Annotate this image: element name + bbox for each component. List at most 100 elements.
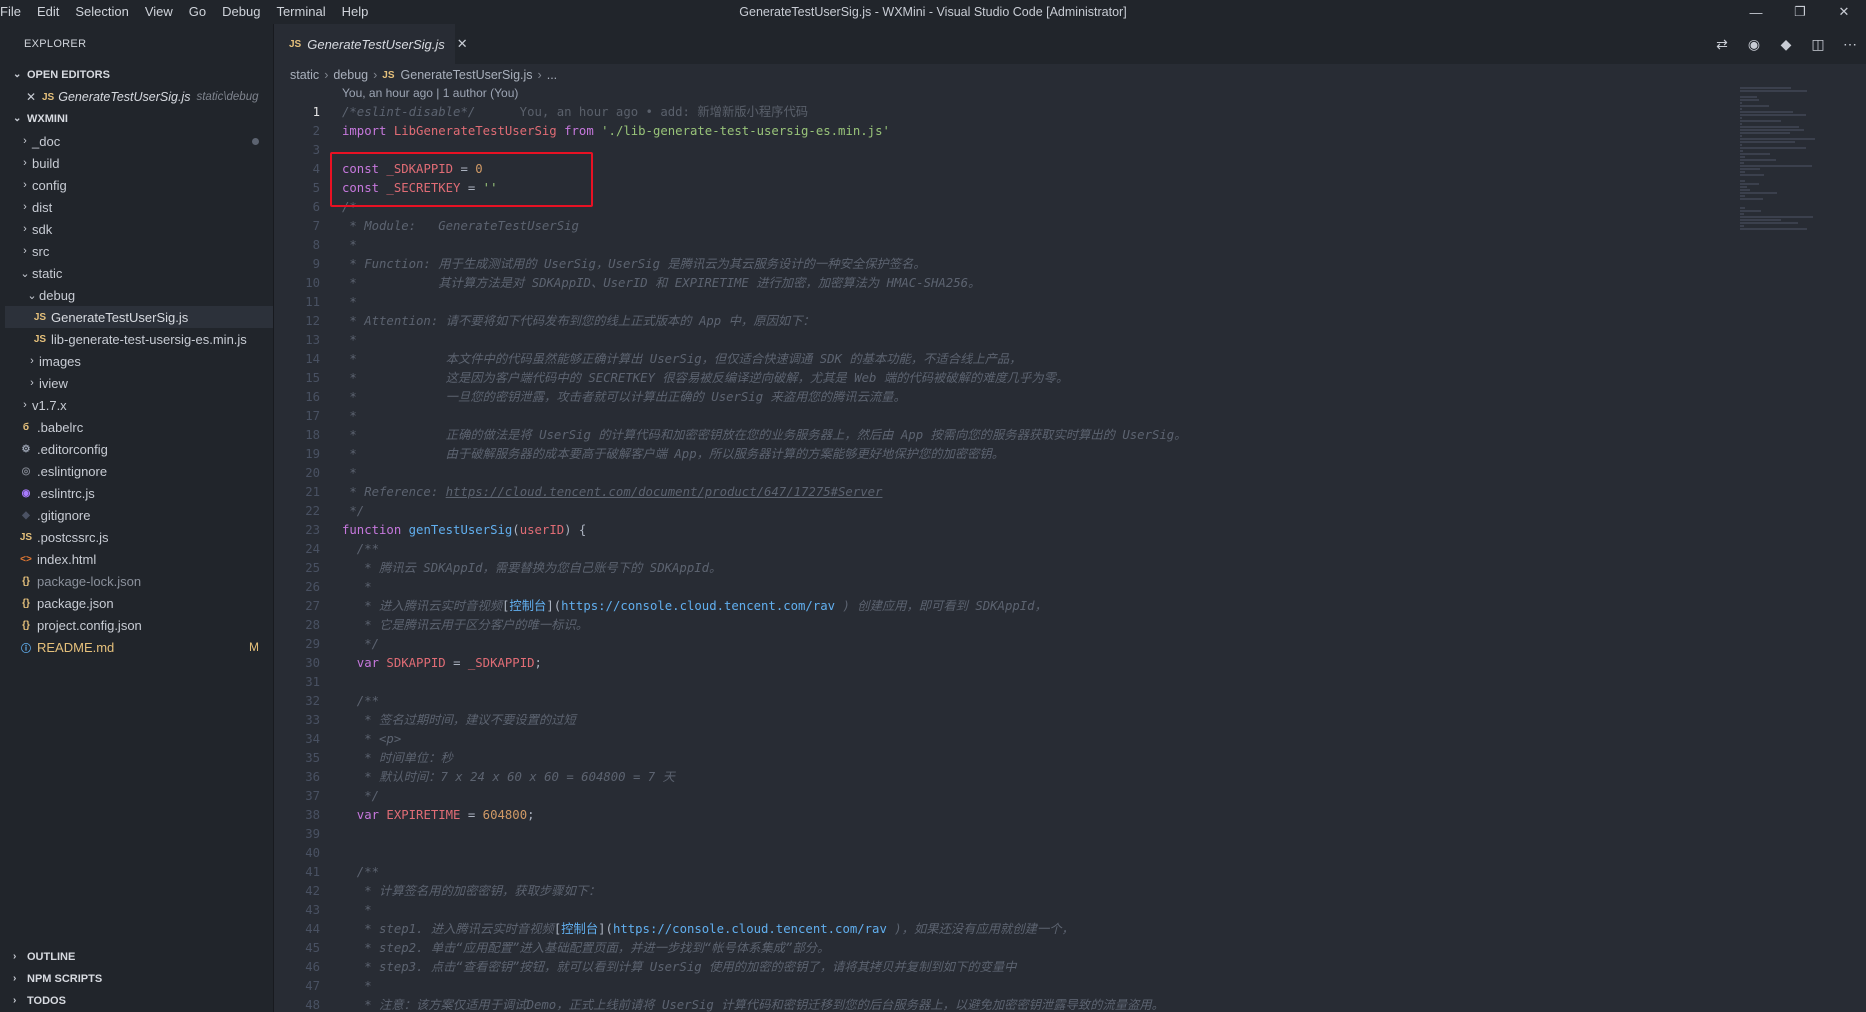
code-line[interactable]: 31 <box>275 673 1740 692</box>
folder-item[interactable]: › v1.7.x <box>5 394 273 416</box>
breadcrumb-item[interactable]: debug <box>333 68 368 82</box>
breadcrumb-item[interactable]: ... <box>547 68 557 82</box>
code-line[interactable]: 34 * <p> <box>275 730 1740 749</box>
code-line[interactable]: 10 * 其计算方法是对 SDKAppID、UserID 和 EXPIRETIM… <box>275 274 1740 293</box>
section-todos[interactable]: › TODOS <box>5 990 273 1012</box>
menu-debug[interactable]: Debug <box>214 0 268 24</box>
code-line[interactable]: 40 <box>275 844 1740 863</box>
close-icon[interactable]: ✕ <box>26 90 42 104</box>
menu-file[interactable]: File <box>0 0 29 24</box>
code-line[interactable]: 38 var EXPIRETIME = 604800; <box>275 806 1740 825</box>
code-line[interactable]: 7 * Module: GenerateTestUserSig <box>275 217 1740 236</box>
code-line[interactable]: 25 * 腾讯云 SDKAppId，需要替换为您自己账号下的 SDKAppId。 <box>275 559 1740 578</box>
git-icon[interactable]: ◆ <box>1770 36 1802 53</box>
toggle-blame-icon[interactable]: ◉ <box>1738 36 1770 53</box>
file-item[interactable]: {} package-lock.json <box>5 570 273 592</box>
breadcrumb-item[interactable]: static <box>290 68 319 82</box>
file-item[interactable]: ◎ .eslintignore <box>5 460 273 482</box>
code-line[interactable]: 30 var SDKAPPID = _SDKAPPID; <box>275 654 1740 673</box>
folder-item[interactable]: › sdk <box>5 218 273 240</box>
minimize-button[interactable]: — <box>1734 0 1778 24</box>
codelens-blame[interactable]: You, an hour ago | 1 author (You) <box>342 86 518 104</box>
folder-item[interactable]: › config <box>5 174 273 196</box>
code-line[interactable]: 22 */ <box>275 502 1740 521</box>
menu-view[interactable]: View <box>137 0 181 24</box>
file-item[interactable]: {} project.config.json <box>5 614 273 636</box>
menu-help[interactable]: Help <box>334 0 377 24</box>
code-line[interactable]: 26 * <box>275 578 1740 597</box>
code-line[interactable]: 20 * <box>275 464 1740 483</box>
restore-button[interactable]: ❐ <box>1778 0 1822 24</box>
code-line[interactable]: 35 * 时间单位：秒 <box>275 749 1740 768</box>
code-line[interactable]: 23 function genTestUserSig(userID) { <box>275 521 1740 540</box>
code-line[interactable]: 5 const _SECRETKEY = '' <box>275 179 1740 198</box>
folder-item[interactable]: ⌄ static <box>5 262 273 284</box>
code-line[interactable]: 46 * step3. 点击“查看密钥”按钮，就可以看到计算 UserSig 使… <box>275 958 1740 977</box>
code-line[interactable]: 1/*eslint-disable*/ You, an hour ago • a… <box>275 103 1740 122</box>
breadcrumb-item[interactable]: GenerateTestUserSig.js <box>401 68 533 82</box>
section-outline[interactable]: › OUTLINE <box>5 946 273 968</box>
close-window-button[interactable]: ✕ <box>1822 0 1866 24</box>
open-editor-item[interactable]: ✕ JS GenerateTestUserSig.js static\debug <box>5 86 273 108</box>
code-line[interactable]: 27 * 进入腾讯云实时音视频[控制台](https://console.clo… <box>275 597 1740 616</box>
code-line[interactable]: 29 */ <box>275 635 1740 654</box>
code-line[interactable]: 36 * 默认时间：7 x 24 x 60 x 60 = 604800 = 7 … <box>275 768 1740 787</box>
code-line[interactable]: 28 * 它是腾讯云用于区分客户的唯一标识。 <box>275 616 1740 635</box>
code-line[interactable]: 18 * 正确的做法是将 UserSig 的计算代码和加密密钥放在您的业务服务器… <box>275 426 1740 445</box>
close-icon[interactable]: ✕ <box>457 36 468 52</box>
code-line[interactable]: 39 <box>275 825 1740 844</box>
folder-item[interactable]: › src <box>5 240 273 262</box>
split-editor-icon[interactable]: ◫ <box>1802 36 1834 53</box>
menu-edit[interactable]: Edit <box>29 0 67 24</box>
tab-generatetestusersig[interactable]: JS GenerateTestUserSig.js ✕ <box>275 24 468 64</box>
open-changes-icon[interactable]: ⇄ <box>1706 36 1738 53</box>
code-line[interactable]: 43 * <box>275 901 1740 920</box>
code-line[interactable]: 3 <box>275 141 1740 160</box>
code-editor[interactable]: 1/*eslint-disable*/ You, an hour ago • a… <box>275 103 1740 1012</box>
code-line[interactable]: 32 /** <box>275 692 1740 711</box>
code-line[interactable]: 21 * Reference: https://cloud.tencent.co… <box>275 483 1740 502</box>
menu-go[interactable]: Go <box>181 0 214 24</box>
folder-item[interactable]: ⌄ debug <box>5 284 273 306</box>
code-line[interactable]: 44 * step1. 进入腾讯云实时音视频[控制台](https://cons… <box>275 920 1740 939</box>
code-line[interactable]: 48 * 注意：该方案仅适用于调试Demo，正式上线前请将 UserSig 计算… <box>275 996 1740 1012</box>
file-item[interactable]: ◆ .gitignore <box>5 504 273 526</box>
code-line[interactable]: 14 * 本文件中的代码虽然能够正确计算出 UserSig，但仅适合快速调通 S… <box>275 350 1740 369</box>
code-line[interactable]: 13 * <box>275 331 1740 350</box>
folder-item[interactable]: › images <box>5 350 273 372</box>
code-line[interactable]: 47 * <box>275 977 1740 996</box>
folder-item[interactable]: › iview <box>5 372 273 394</box>
folder-item[interactable]: › dist <box>5 196 273 218</box>
file-item[interactable]: ⓘ README.md M <box>5 636 273 658</box>
code-line[interactable]: 15 * 这是因为客户端代码中的 SECRETKEY 很容易被反编译逆向破解，尤… <box>275 369 1740 388</box>
code-line[interactable]: 33 * 签名过期时间，建议不要设置的过短 <box>275 711 1740 730</box>
code-line[interactable]: 4 const _SDKAPPID = 0 <box>275 160 1740 179</box>
code-line[interactable]: 2 import LibGenerateTestUserSig from './l… <box>275 122 1740 141</box>
file-item[interactable]: JS GenerateTestUserSig.js <box>5 306 273 328</box>
file-item[interactable]: <> index.html <box>5 548 273 570</box>
menu-terminal[interactable]: Terminal <box>268 0 333 24</box>
code-line[interactable]: 45 * step2. 单击“应用配置”进入基础配置页面，并进一步找到“帐号体系… <box>275 939 1740 958</box>
folder-item[interactable]: › build <box>5 152 273 174</box>
code-line[interactable]: 8 * <box>275 236 1740 255</box>
minimap[interactable] <box>1740 86 1866 1012</box>
code-line[interactable]: 41 /** <box>275 863 1740 882</box>
code-line[interactable]: 12 * Attention: 请不要将如下代码发布到您的线上正式版本的 App… <box>275 312 1740 331</box>
open-editors-section[interactable]: ⌄ OPEN EDITORS <box>5 64 273 86</box>
code-line[interactable]: 42 * 计算签名用的加密密钥，获取步骤如下： <box>275 882 1740 901</box>
code-line[interactable]: 37 */ <box>275 787 1740 806</box>
code-line[interactable]: 6 /* <box>275 198 1740 217</box>
file-item[interactable]: ⚙ .editorconfig <box>5 438 273 460</box>
file-item[interactable]: JS lib-generate-test-usersig-es.min.js <box>5 328 273 350</box>
code-line[interactable]: 17 * <box>275 407 1740 426</box>
file-item[interactable]: JS .postcssrc.js <box>5 526 273 548</box>
menu-selection[interactable]: Selection <box>67 0 136 24</box>
section-npm-scripts[interactable]: › NPM SCRIPTS <box>5 968 273 990</box>
more-actions-icon[interactable]: ⋯ <box>1834 36 1866 53</box>
code-line[interactable]: 16 * 一旦您的密钥泄露，攻击者就可以计算出正确的 UserSig 来盗用您的… <box>275 388 1740 407</box>
code-line[interactable]: 24 /** <box>275 540 1740 559</box>
folder-item[interactable]: › _doc <box>5 130 273 152</box>
file-item[interactable]: ◉ .eslintrc.js <box>5 482 273 504</box>
workspace-section[interactable]: ⌄ WXMINI <box>5 108 273 130</box>
code-line[interactable]: 11 * <box>275 293 1740 312</box>
